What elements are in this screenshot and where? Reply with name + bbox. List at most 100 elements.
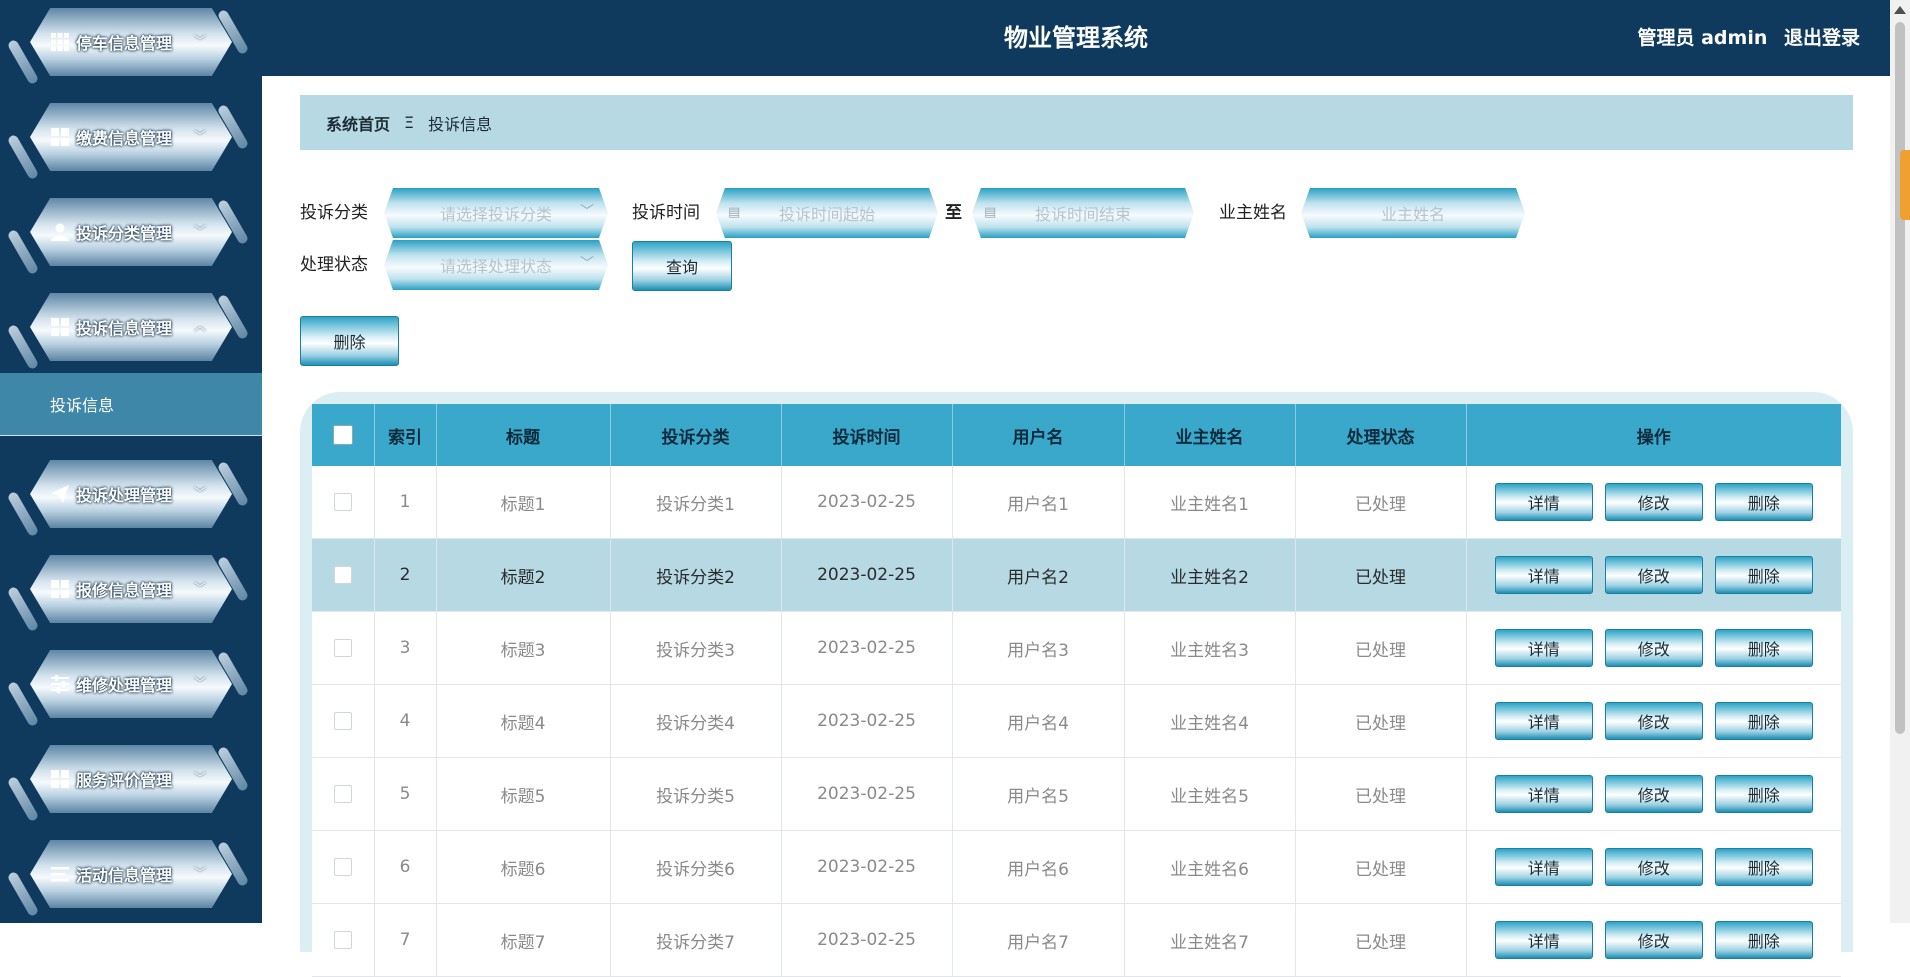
logout-link[interactable]: 退出登录 bbox=[1784, 27, 1860, 49]
sidebar-item-service-review[interactable]: 服务评价管理 ﹀ bbox=[30, 745, 232, 813]
scrollbar-thumb[interactable] bbox=[1895, 22, 1905, 734]
row-checkbox-cell bbox=[312, 757, 375, 831]
cell-time: 2023-02-25 bbox=[781, 466, 953, 539]
table-row[interactable]: 4 标题4 投诉分类4 2023-02-25 用户名4 业主姓名4 已处理 详情… bbox=[312, 684, 1841, 758]
side-tab[interactable] bbox=[1900, 150, 1910, 220]
sidebar-item-parking[interactable]: 停车信息管理 ﹀ bbox=[30, 8, 232, 76]
cell-owner: 业主姓名1 bbox=[1124, 466, 1296, 539]
row-checkbox-cell bbox=[312, 466, 375, 539]
status-select[interactable]: 请选择处理状态 ﹀ bbox=[384, 240, 608, 290]
sidebar-item-maintenance[interactable]: 维修处理管理 ﹀ bbox=[30, 650, 232, 718]
detail-button[interactable]: 详情 bbox=[1494, 556, 1593, 594]
select-all-checkbox[interactable] bbox=[332, 425, 353, 445]
detail-button[interactable]: 详情 bbox=[1494, 775, 1593, 813]
cell-category: 投诉分类1 bbox=[610, 466, 782, 539]
row-checkbox[interactable] bbox=[333, 639, 352, 657]
row-checkbox[interactable] bbox=[333, 493, 352, 511]
owner-input[interactable]: 业主姓名 bbox=[1301, 188, 1525, 238]
row-checkbox[interactable] bbox=[333, 931, 352, 949]
detail-button[interactable]: 详情 bbox=[1494, 702, 1593, 740]
category-select[interactable]: 请选择投诉分类 ﹀ bbox=[384, 188, 608, 238]
detail-button[interactable]: 详情 bbox=[1494, 629, 1593, 667]
table-row[interactable]: 7 标题7 投诉分类7 2023-02-25 用户名7 业主姓名7 已处理 详情… bbox=[312, 903, 1841, 977]
category-label: 投诉分类 bbox=[300, 203, 368, 223]
edit-button[interactable]: 修改 bbox=[1604, 483, 1703, 521]
sliders-icon bbox=[50, 674, 70, 694]
cell-owner: 业主姓名7 bbox=[1124, 903, 1296, 977]
edit-button[interactable]: 修改 bbox=[1604, 848, 1703, 886]
sidebar-item-label: 维修处理管理 bbox=[76, 676, 173, 695]
chevron-down-icon: ﹀ bbox=[193, 866, 206, 880]
cell-time: 2023-02-25 bbox=[781, 903, 953, 977]
cell-status: 已处理 bbox=[1295, 538, 1467, 612]
table-row[interactable]: 6 标题6 投诉分类6 2023-02-25 用户名6 业主姓名6 已处理 详情… bbox=[312, 830, 1841, 904]
row-checkbox[interactable] bbox=[333, 712, 352, 730]
detail-button[interactable]: 详情 bbox=[1494, 921, 1593, 959]
table-row[interactable]: 1 标题1 投诉分类1 2023-02-25 用户名1 业主姓名1 已处理 详情… bbox=[312, 466, 1841, 539]
breadcrumb-current: 投诉信息 bbox=[428, 114, 493, 134]
cell-actions: 详情 修改 删除 bbox=[1466, 757, 1841, 831]
edit-button[interactable]: 修改 bbox=[1604, 921, 1703, 959]
sidebar-item-label: 停车信息管理 bbox=[76, 34, 173, 53]
scroll-up-icon[interactable] bbox=[1894, 6, 1906, 14]
submenu-item-complaint-info[interactable]: 投诉信息 bbox=[0, 373, 262, 436]
delete-button[interactable]: 删除 bbox=[1714, 629, 1813, 667]
sidebar-item-label: 报修信息管理 bbox=[76, 581, 173, 600]
delete-button[interactable]: 删除 bbox=[1714, 848, 1813, 886]
chevron-down-icon: ﹀ bbox=[193, 771, 206, 785]
delete-button[interactable]: 删除 bbox=[1714, 556, 1813, 594]
query-button[interactable]: 查询 bbox=[632, 241, 732, 291]
detail-button[interactable]: 详情 bbox=[1494, 848, 1593, 886]
chevron-down-icon: ﹀ bbox=[193, 129, 206, 143]
breadcrumb-home[interactable]: 系统首页 bbox=[326, 111, 390, 135]
cell-username: 用户名4 bbox=[952, 684, 1125, 758]
sidebar: 停车信息管理 ﹀ 缴费信息管理 ﹀ 投诉分类管理 ﹀ 投诉信息管理 ︿ 投诉信息… bbox=[0, 0, 262, 923]
edit-button[interactable]: 修改 bbox=[1604, 775, 1703, 813]
row-checkbox[interactable] bbox=[333, 785, 352, 803]
delete-button[interactable]: 删除 bbox=[1714, 483, 1813, 521]
sidebar-item-activity[interactable]: 活动信息管理 ﹀ bbox=[30, 840, 232, 908]
sidebar-item-repair[interactable]: 报修信息管理 ﹀ bbox=[30, 555, 232, 623]
table-row[interactable]: 3 标题3 投诉分类3 2023-02-25 用户名3 业主姓名3 已处理 详情… bbox=[312, 611, 1841, 685]
column-header: 索引 bbox=[374, 404, 437, 466]
sidebar-item-complaint-handling[interactable]: 投诉处理管理 ﹀ bbox=[30, 460, 232, 528]
chevron-down-icon: ﹀ bbox=[580, 256, 594, 272]
cell-actions: 详情 修改 删除 bbox=[1466, 684, 1841, 758]
chevron-down-icon: ﹀ bbox=[193, 581, 206, 595]
cell-title: 标题6 bbox=[436, 830, 611, 904]
row-checkbox[interactable] bbox=[333, 858, 352, 876]
cell-index: 5 bbox=[374, 757, 437, 831]
cell-username: 用户名1 bbox=[952, 466, 1125, 539]
time-start-input[interactable]: ▤ 投诉时间起始 bbox=[716, 188, 938, 238]
delete-button[interactable]: 删除 bbox=[1714, 921, 1813, 959]
cell-actions: 详情 修改 删除 bbox=[1466, 903, 1841, 977]
cell-actions: 详情 修改 删除 bbox=[1466, 830, 1841, 904]
sidebar-item-complaint-info[interactable]: 投诉信息管理 ︿ bbox=[30, 293, 232, 361]
breadcrumb-separator: Ξ bbox=[404, 113, 415, 132]
cell-time: 2023-02-25 bbox=[781, 611, 953, 685]
cell-status: 已处理 bbox=[1295, 757, 1467, 831]
edit-button[interactable]: 修改 bbox=[1604, 702, 1703, 740]
row-actions: 详情 修改 删除 bbox=[1468, 702, 1841, 740]
cell-time: 2023-02-25 bbox=[781, 538, 953, 612]
table-row[interactable]: 2 标题2 投诉分类2 2023-02-25 用户名2 业主姓名2 已处理 详情… bbox=[312, 538, 1841, 612]
detail-button[interactable]: 详情 bbox=[1494, 483, 1593, 521]
submenu-item-label: 投诉信息 bbox=[50, 396, 115, 415]
cell-username: 用户名6 bbox=[952, 830, 1125, 904]
scrollbar[interactable] bbox=[1890, 0, 1910, 923]
chevron-down-icon: ﹀ bbox=[193, 676, 206, 690]
row-checkbox[interactable] bbox=[333, 566, 352, 584]
grid-icon bbox=[50, 32, 70, 52]
edit-button[interactable]: 修改 bbox=[1604, 629, 1703, 667]
sidebar-item-complaint-category[interactable]: 投诉分类管理 ﹀ bbox=[30, 198, 232, 266]
edit-button[interactable]: 修改 bbox=[1604, 556, 1703, 594]
bulk-delete-button[interactable]: 删除 bbox=[300, 316, 399, 366]
delete-button[interactable]: 删除 bbox=[1714, 775, 1813, 813]
category-placeholder: 请选择投诉分类 bbox=[439, 205, 552, 224]
delete-button[interactable]: 删除 bbox=[1714, 702, 1813, 740]
table-row[interactable]: 5 标题5 投诉分类5 2023-02-25 用户名5 业主姓名5 已处理 详情… bbox=[312, 757, 1841, 831]
cell-status: 已处理 bbox=[1295, 466, 1467, 539]
sidebar-item-payment[interactable]: 缴费信息管理 ﹀ bbox=[30, 103, 232, 171]
row-checkbox-cell bbox=[312, 611, 375, 685]
time-end-input[interactable]: ▤ 投诉时间结束 bbox=[972, 188, 1194, 238]
